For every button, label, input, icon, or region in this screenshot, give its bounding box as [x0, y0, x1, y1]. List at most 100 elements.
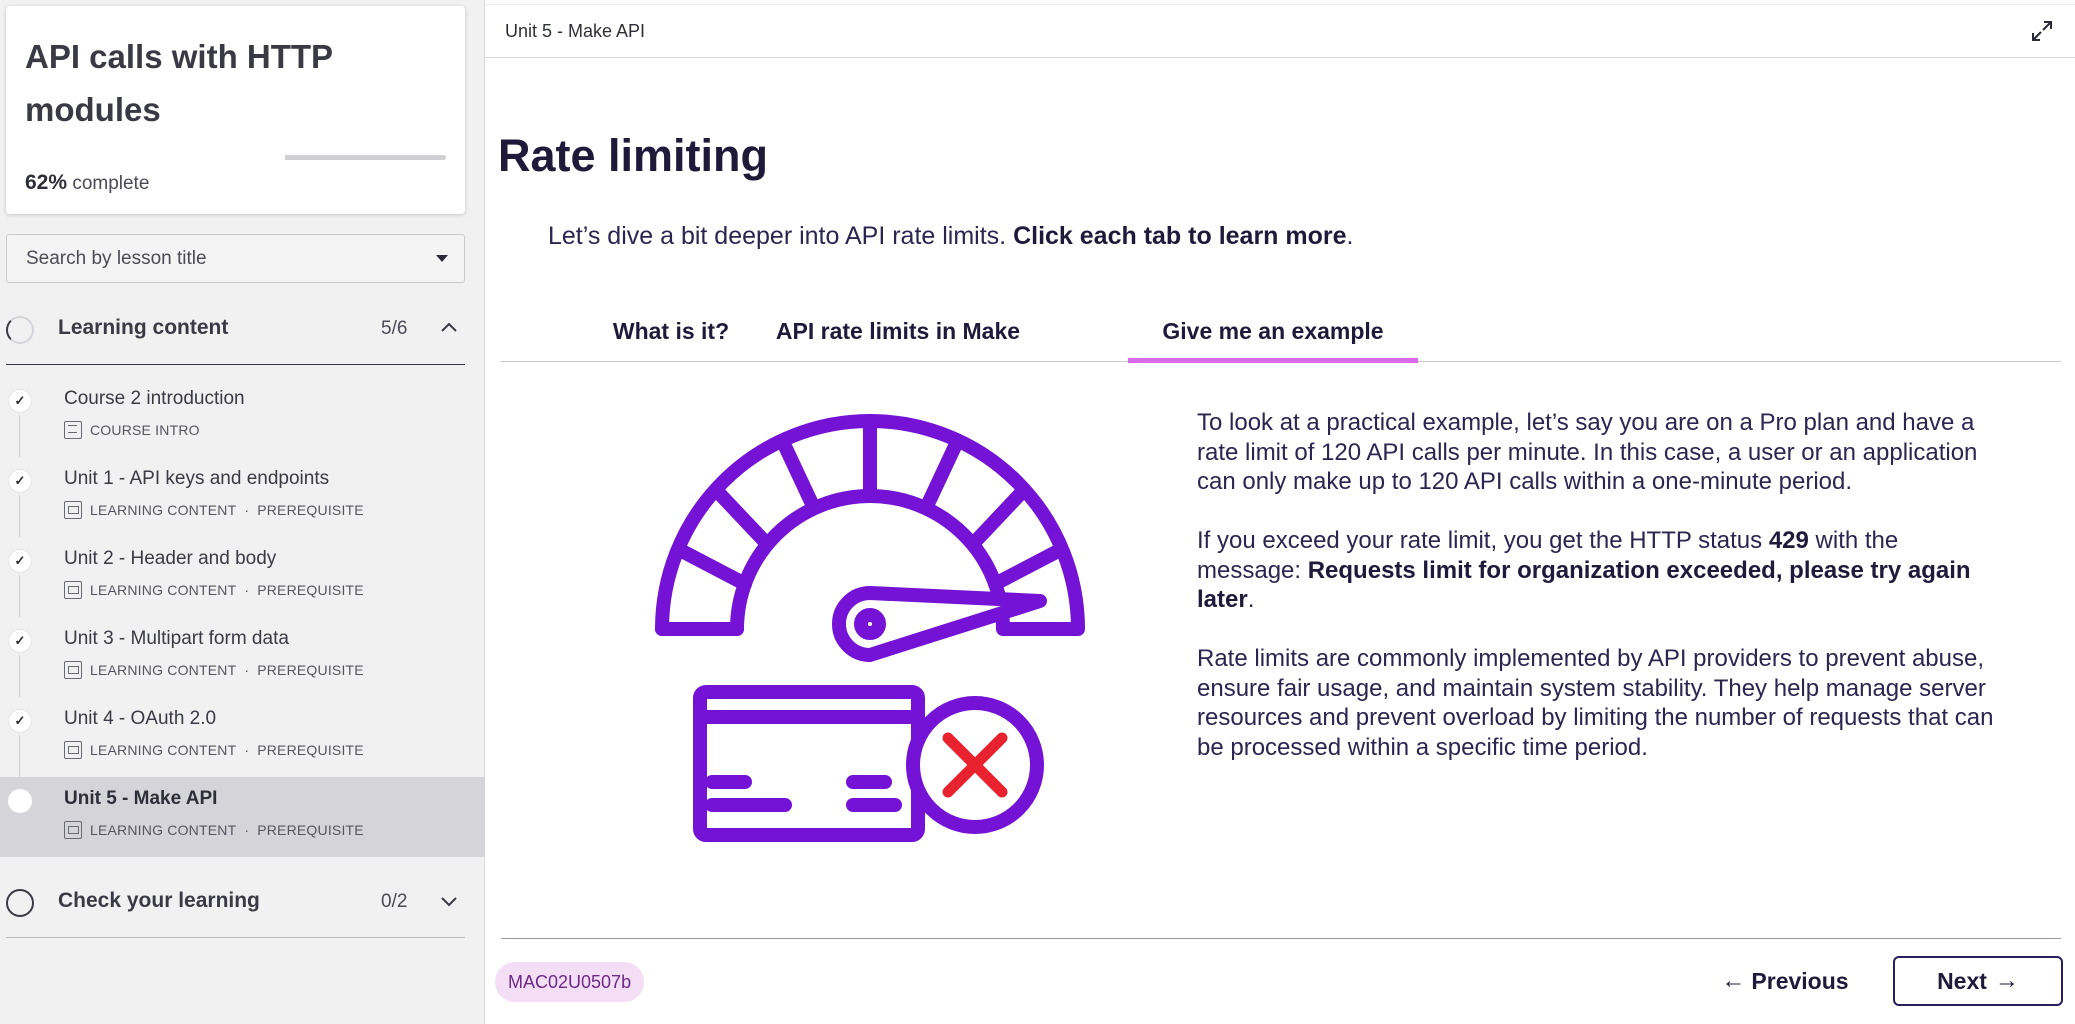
arrow-right-icon: → [1994, 967, 2019, 994]
lesson-title: Unit 5 - Make API [64, 788, 218, 809]
meta-separator: · [244, 662, 250, 678]
example-paragraph-1: To look at a practical example, let’s sa… [1197, 409, 1978, 495]
lesson-type: LEARNING CONTENT [90, 662, 237, 678]
section-header-learning-content[interactable]: Learning content 5/6 [0, 299, 465, 359]
section-progress-ring [6, 889, 34, 917]
slides-icon [64, 741, 82, 759]
check-icon: ✓ [8, 389, 32, 413]
lesson-code-badge: MAC02U0507b [495, 962, 645, 1002]
tab-api-rate-limits-in-make[interactable]: API rate limits in Make [770, 318, 1026, 345]
lesson-meta: LEARNING CONTENT · PREREQUISITE [64, 661, 364, 679]
progress-percent: 62% [25, 171, 68, 194]
expand-icon[interactable] [2031, 20, 2053, 42]
unit-title: Unit 5 - Make API [505, 21, 646, 41]
lesson-meta: LEARNING CONTENT · PREREQUISITE [64, 741, 364, 759]
meta-separator: · [244, 502, 250, 518]
lesson-search-select[interactable]: Search by lesson title [6, 234, 465, 283]
chevron-down-icon[interactable] [440, 892, 458, 910]
lesson-item-active[interactable]: Unit 5 - Make API LEARNING CONTENT · PRE… [0, 777, 485, 857]
paragraph2-text-a: If you exceed your rate limit, you get t… [1197, 527, 1769, 554]
intro-text: Let’s dive a bit deeper into API rate li… [548, 222, 1353, 251]
slides-icon [64, 821, 82, 839]
course-progress-card: API calls with HTTP modules 62% complete [6, 6, 465, 214]
lesson-title: Course 2 introduction [64, 388, 245, 409]
check-icon: ✓ [8, 469, 32, 493]
section-divider [6, 937, 465, 938]
section-count: 0/2 [381, 891, 408, 912]
lesson-meta: LEARNING CONTENT · PREREQUISITE [64, 581, 364, 599]
intro-bold: Click each tab to learn more [1013, 222, 1347, 250]
check-icon: ✓ [8, 709, 32, 733]
lesson-type: COURSE INTRO [90, 422, 200, 438]
lesson-title: Unit 4 - OAuth 2.0 [64, 708, 217, 729]
section-divider [6, 364, 465, 365]
lesson-connector [19, 415, 20, 457]
chevron-up-icon[interactable] [440, 319, 458, 337]
previous-label: Previous [1751, 967, 1849, 994]
check-icon: ✓ [8, 549, 32, 573]
lesson-connector [19, 495, 20, 537]
lesson-title: Unit 1 - API keys and endpoints [64, 468, 330, 489]
page-title: Rate limiting [498, 130, 769, 181]
slides-icon [64, 661, 82, 679]
lesson-item[interactable]: ✓ Course 2 introduction COURSE INTRO [0, 377, 485, 457]
section-title: Check your learning [58, 889, 260, 912]
progress-bar-fill [285, 155, 385, 160]
lesson-connector [19, 655, 20, 697]
document-icon [64, 421, 82, 439]
arrow-left-icon: ← [1721, 967, 1746, 994]
error-message: Requests limit for organization exceeded… [1197, 556, 1971, 614]
lesson-type: LEARNING CONTENT [90, 822, 237, 838]
intro-plain: Let’s dive a bit deeper into API rate li… [548, 222, 1014, 250]
lesson-connector [19, 575, 20, 617]
lesson-title: Unit 3 - Multipart form data [64, 628, 289, 649]
tab-what-is-it[interactable]: What is it? [601, 318, 741, 345]
lesson-type: LEARNING CONTENT [90, 582, 237, 598]
lesson-meta: COURSE INTRO [64, 421, 200, 439]
speedometer-card-error-icon [655, 414, 1085, 842]
lesson-topbar: Unit 5 - Make API [485, 4, 2075, 58]
next-label: Next [1937, 967, 1987, 994]
footer-divider [501, 938, 2061, 939]
lesson-title: Unit 2 - Header and body [64, 548, 277, 569]
current-lesson-dot [8, 789, 32, 813]
progress-label: complete [72, 173, 150, 194]
meta-separator: · [244, 822, 250, 838]
course-sidebar: API calls with HTTP modules 62% complete… [0, 0, 485, 1024]
lesson-tag: PREREQUISITE [257, 582, 364, 598]
lesson-tag: PREREQUISITE [257, 822, 364, 838]
lesson-item[interactable]: ✓ Unit 3 - Multipart form data LEARNING … [0, 617, 485, 697]
progress-bar [285, 155, 446, 160]
example-body: To look at a practical example, let’s sa… [1197, 408, 1997, 792]
lesson-item[interactable]: ✓ Unit 4 - OAuth 2.0 LEARNING CONTENT · … [0, 697, 485, 777]
example-paragraph-3: Rate limits are commonly implemented by … [1197, 645, 1994, 761]
example-paragraph-2: If you exceed your rate limit, you get t… [1197, 526, 1997, 615]
intro-end: . [1346, 222, 1354, 250]
previous-button[interactable]: ← Previous [1715, 956, 1855, 1006]
check-icon: ✓ [8, 629, 32, 653]
http-status-code: 429 [1768, 527, 1809, 554]
lesson-item[interactable]: ✓ Unit 2 - Header and body LEARNING CONT… [0, 537, 485, 617]
next-button[interactable]: Next → [1893, 956, 2063, 1006]
section-count: 5/6 [381, 318, 408, 339]
lesson-tag: PREREQUISITE [257, 502, 364, 518]
tab-bar: What is it? API rate limits in Make Give… [501, 310, 2061, 363]
lesson-item[interactable]: ✓ Unit 1 - API keys and endpoints LEARNI… [0, 457, 485, 537]
tab-give-me-an-example[interactable]: Give me an example [1128, 318, 1418, 363]
meta-separator: · [244, 582, 250, 598]
progress-text: 62% complete [25, 171, 149, 195]
lesson-search-placeholder: Search by lesson title [26, 248, 207, 269]
lesson-type: LEARNING CONTENT [90, 502, 237, 518]
slides-icon [64, 501, 82, 519]
caret-down-icon [436, 255, 448, 262]
course-title: API calls with HTTP modules [25, 38, 333, 128]
meta-separator: · [244, 742, 250, 758]
lesson-tag: PREREQUISITE [257, 742, 364, 758]
lesson-meta: LEARNING CONTENT · PREREQUISITE [64, 501, 364, 519]
lesson-type: LEARNING CONTENT [90, 742, 237, 758]
paragraph2-end: . [1247, 586, 1255, 613]
lesson-content: Unit 5 - Make API Rate limiting Let’s di… [485, 0, 2075, 1024]
lesson-meta: LEARNING CONTENT · PREREQUISITE [64, 821, 364, 839]
slides-icon [64, 581, 82, 599]
section-header-check-your-learning[interactable]: Check your learning 0/2 [0, 872, 465, 932]
